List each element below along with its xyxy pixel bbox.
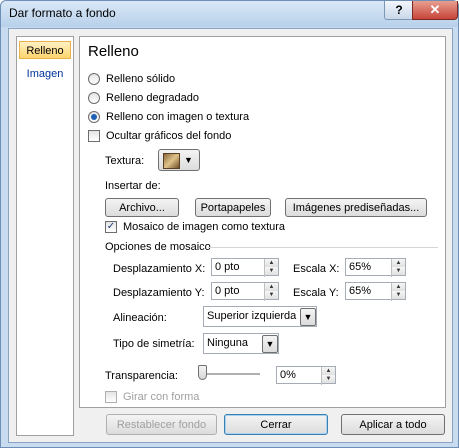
checkbox-label: Girar con forma xyxy=(123,391,200,403)
dialog-window: Dar formato a fondo ? ✕ Relleno Imagen R… xyxy=(0,0,459,448)
field-value: 65% xyxy=(349,285,372,297)
texture-swatch-icon xyxy=(163,153,180,169)
offset-y-spinner[interactable]: ▲ ▼ xyxy=(264,283,278,301)
radio-label: Relleno degradado xyxy=(106,92,199,104)
sidebar-item-relleno[interactable]: Relleno xyxy=(19,41,71,59)
scale-x-input[interactable]: 65% ▲ ▼ xyxy=(345,258,406,277)
spin-up-icon[interactable]: ▲ xyxy=(265,283,278,291)
radio-label: Relleno con imagen o textura xyxy=(106,111,250,123)
mirror-type-select[interactable]: Ninguna ▼ xyxy=(203,333,279,354)
radio-picture-fill[interactable]: Relleno con imagen o textura xyxy=(88,111,249,123)
offset-x-label: Desplazamiento X: xyxy=(113,263,206,275)
chevron-down-icon[interactable]: ▼ xyxy=(300,308,316,326)
spin-down-icon[interactable]: ▼ xyxy=(265,267,278,275)
sidebar-item-imagen[interactable]: Imagen xyxy=(19,65,71,83)
transparency-label: Transparencia: xyxy=(105,370,178,382)
divider xyxy=(208,247,438,248)
spin-down-icon[interactable]: ▼ xyxy=(392,291,405,299)
alignment-label: Alineación: xyxy=(113,312,167,324)
radio-button[interactable] xyxy=(88,111,100,123)
spin-up-icon[interactable]: ▲ xyxy=(265,259,278,267)
radio-label: Relleno sólido xyxy=(106,73,176,85)
spin-up-icon[interactable]: ▲ xyxy=(322,367,335,375)
close-window-button[interactable]: ✕ xyxy=(412,1,458,20)
select-value: Ninguna xyxy=(207,337,248,349)
spin-up-icon[interactable]: ▲ xyxy=(392,259,405,267)
radio-solid-fill[interactable]: Relleno sólido xyxy=(88,73,175,85)
checkbox[interactable]: ✓ xyxy=(105,221,117,233)
spin-down-icon[interactable]: ▼ xyxy=(322,375,335,383)
chevron-down-icon[interactable]: ▼ xyxy=(262,335,278,353)
spin-down-icon[interactable]: ▼ xyxy=(265,291,278,299)
alignment-select[interactable]: Superior izquierda ▼ xyxy=(203,306,317,327)
field-value: 0 pto xyxy=(215,261,240,273)
window-title: Dar formato a fondo xyxy=(9,6,116,20)
field-value: 0 pto xyxy=(215,285,240,297)
transparency-input[interactable]: 0% ▲ ▼ xyxy=(276,366,336,385)
field-value: 65% xyxy=(349,261,372,273)
help-button[interactable]: ? xyxy=(384,1,414,20)
tile-options-label: Opciones de mosaico xyxy=(105,241,211,253)
category-sidebar: Relleno Imagen xyxy=(16,36,74,436)
scale-y-label: Escala Y: xyxy=(293,287,339,299)
fill-panel: Relleno Relleno sólido Relleno degradado… xyxy=(79,36,446,408)
close-button[interactable]: Cerrar xyxy=(224,414,328,435)
file-button[interactable]: Archivo... xyxy=(105,198,179,217)
tile-checkbox[interactable]: ✓ Mosaico de imagen como textura xyxy=(105,221,285,233)
texture-picker[interactable]: ▼ xyxy=(158,149,200,171)
spin-up-icon[interactable]: ▲ xyxy=(392,283,405,291)
clipboard-button[interactable]: Portapapeles xyxy=(195,198,271,217)
radio-button[interactable] xyxy=(88,73,100,85)
apply-to-all-button[interactable]: Aplicar a todo xyxy=(341,414,445,435)
checkbox-label: Ocultar gráficos del fondo xyxy=(106,130,232,142)
offset-y-input[interactable]: 0 pto ▲ ▼ xyxy=(211,282,279,301)
offset-x-spinner[interactable]: ▲ ▼ xyxy=(264,259,278,277)
transparency-slider-thumb[interactable] xyxy=(198,365,207,380)
reset-background-button[interactable]: Restablecer fondo xyxy=(106,414,217,435)
select-value: Superior izquierda xyxy=(207,310,297,322)
checkbox[interactable] xyxy=(105,391,117,403)
texture-label: Textura: xyxy=(105,155,145,167)
transparency-slider-track[interactable] xyxy=(198,373,260,376)
transparency-spinner[interactable]: ▲ ▼ xyxy=(321,367,335,385)
scale-x-spinner[interactable]: ▲ ▼ xyxy=(391,259,405,277)
mirror-type-label: Tipo de simetría: xyxy=(113,338,195,350)
radio-button[interactable] xyxy=(88,92,100,104)
chevron-down-icon: ▼ xyxy=(184,155,193,165)
panel-heading: Relleno xyxy=(88,43,139,60)
offset-y-label: Desplazamiento Y: xyxy=(113,287,205,299)
dialog-body: Relleno Imagen Relleno Relleno sólido Re… xyxy=(8,28,453,443)
offset-x-input[interactable]: 0 pto ▲ ▼ xyxy=(211,258,279,277)
spin-down-icon[interactable]: ▼ xyxy=(392,267,405,275)
rotate-with-shape-checkbox[interactable]: Girar con forma xyxy=(105,391,199,403)
checkbox[interactable] xyxy=(88,130,100,142)
title-bar[interactable]: Dar formato a fondo ? ✕ xyxy=(1,1,458,27)
insert-from-label: Insertar de: xyxy=(105,180,161,192)
scale-y-spinner[interactable]: ▲ ▼ xyxy=(391,283,405,301)
field-value: 0% xyxy=(280,369,296,381)
radio-gradient-fill[interactable]: Relleno degradado xyxy=(88,92,199,104)
clipart-button[interactable]: Imágenes prediseñadas... xyxy=(285,198,427,217)
scale-y-input[interactable]: 65% ▲ ▼ xyxy=(345,282,406,301)
checkbox-label: Mosaico de imagen como textura xyxy=(123,221,286,233)
hide-graphics-checkbox[interactable]: Ocultar gráficos del fondo xyxy=(88,130,231,142)
scale-x-label: Escala X: xyxy=(293,263,340,275)
